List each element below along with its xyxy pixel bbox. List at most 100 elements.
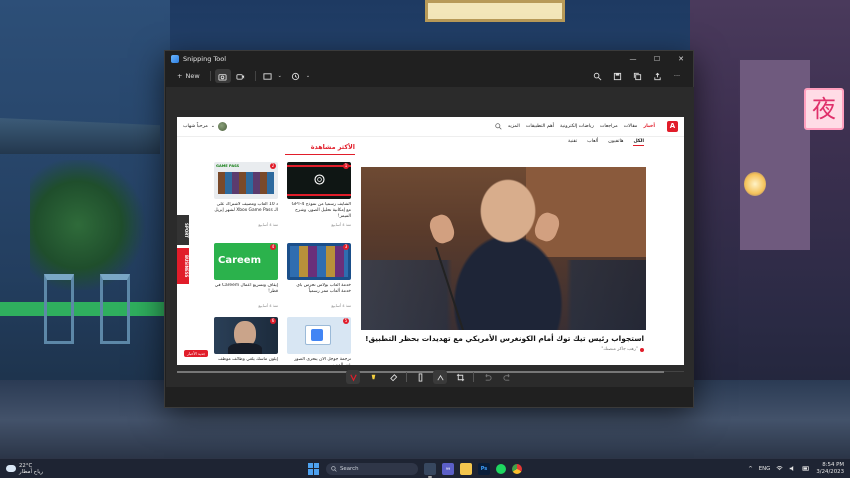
tab-tech[interactable]: تقنية: [568, 139, 577, 146]
taskbar-app-snipping-tool[interactable]: [424, 462, 436, 478]
screenshot-mode-button[interactable]: [214, 69, 231, 83]
clock[interactable]: 8:54 PM 3/24/2023: [816, 462, 844, 476]
highlighter-button[interactable]: [366, 370, 380, 384]
site-logo[interactable]: A: [667, 121, 678, 132]
start-button[interactable]: [308, 462, 320, 475]
hero-meta-text: "رهب جاكر منصتك": [601, 347, 638, 352]
eraser-button[interactable]: [386, 370, 400, 384]
ballpoint-pen-button[interactable]: [346, 370, 360, 384]
trending-card[interactable]: 5 ترجمة جوجل الآن يتحرى الصور عبر الويب: [287, 317, 351, 365]
copy-button[interactable]: [629, 69, 645, 83]
language-indicator[interactable]: ENG: [759, 466, 771, 472]
wallpaper-window: [425, 0, 565, 22]
trending-card[interactable]: Careem 4 إيقاف وتسريع أعمال Careem في قط…: [214, 243, 278, 308]
volume-icon[interactable]: [789, 465, 796, 472]
card-title: د 10 ألعاب ومضيف لاشتراك على الـ Xbox Ga…: [214, 202, 278, 213]
trending-card[interactable]: GAME PASS 2 د 10 ألعاب ومضيف لاشتراك على…: [214, 162, 278, 227]
search-icon[interactable]: [495, 123, 502, 130]
snipping-tool-icon: [171, 55, 179, 63]
careem-logo: Careem: [218, 255, 262, 266]
share-icon: [653, 72, 661, 80]
crop-button[interactable]: [453, 370, 467, 384]
touch-writing-icon: [436, 374, 444, 380]
touch-writing-button[interactable]: [433, 370, 447, 384]
nav-item-news[interactable]: أخبار: [643, 124, 655, 129]
card-thumbnail: 6: [214, 317, 278, 354]
trending-card[interactable]: 3 خدمة العاب بولاس تحرس بأي خدمة ألعاب م…: [287, 243, 351, 308]
save-button[interactable]: [609, 69, 625, 83]
maximize-button[interactable]: ☐: [645, 55, 669, 63]
highlighter-icon: [371, 374, 375, 379]
weather-text: رياح أمطار: [19, 468, 43, 475]
taskbar-app-file-explorer[interactable]: [460, 462, 472, 475]
weather-widget[interactable]: 22°C رياح أمطار: [0, 463, 43, 475]
snip-shape-dropdown[interactable]: [260, 69, 276, 83]
window-title: Snipping Tool: [183, 55, 227, 63]
redo-button[interactable]: [500, 370, 514, 384]
chevron-down-icon: ⌄: [305, 73, 311, 79]
tab-games[interactable]: ألعاب: [587, 139, 598, 146]
taskbar-app-teams[interactable]: 99: [442, 462, 454, 475]
share-button[interactable]: [649, 69, 665, 83]
battery-icon[interactable]: [802, 465, 810, 472]
chevron-up-icon[interactable]: ^: [748, 466, 753, 472]
card-title: خدمة العاب بولاس تحرس بأي خدمة ألعاب ممر…: [296, 283, 351, 294]
taskbar: 22°C رياح أمطار Search 99 Ps ^ ENG 8:54 …: [0, 458, 850, 478]
captured-screenshot: مرحباً شهاب ⌄ المزيد أهم التطبيقات رياضا…: [177, 117, 684, 365]
wifi-icon[interactable]: [776, 465, 783, 472]
crop-icon: [456, 373, 464, 381]
wallpaper-pink-building: [740, 60, 810, 250]
tab-all[interactable]: الكل: [633, 139, 644, 146]
site-header: مرحباً شهاب ⌄ المزيد أهم التطبيقات رياضا…: [177, 117, 684, 137]
undo-icon: [484, 373, 492, 381]
taskbar-app-chrome[interactable]: [512, 463, 522, 474]
taskbar-app-spotify[interactable]: [496, 463, 506, 474]
zoom-icon: [593, 72, 601, 80]
tab-phones[interactable]: هاتفيون: [608, 139, 623, 146]
redo-icon: [502, 373, 510, 381]
camera-icon: [218, 73, 227, 81]
nav-item-esports[interactable]: رياضات إلكترونية: [560, 124, 594, 129]
trending-underline: [285, 154, 355, 155]
nav-item-articles[interactable]: مقالات: [624, 124, 638, 129]
new-snip-button[interactable]: + New: [171, 70, 206, 82]
taskbar-app-photoshop[interactable]: Ps: [478, 462, 490, 475]
wallpaper-neon-bar: [0, 302, 170, 316]
minimize-button[interactable]: —: [621, 55, 645, 63]
side-tab-business[interactable]: BUSINESS: [177, 248, 189, 284]
ruler-button[interactable]: [413, 370, 427, 384]
nav-item-top-apps[interactable]: أهم التطبيقات: [526, 124, 554, 129]
copy-icon: [633, 72, 641, 80]
card-title: ترجمة جوجل الآن يتحرى الصور عبر الويب: [294, 357, 351, 365]
divider: [254, 71, 256, 81]
nav-item-reviews[interactable]: مراجعات: [600, 124, 618, 129]
card-title: إيلون ماسك يلغي وظائف موظف: [218, 357, 278, 362]
user-profile[interactable]: مرحباً شهاب ⌄: [183, 122, 227, 131]
record-mode-button[interactable]: [233, 69, 249, 83]
hero-image: [361, 167, 646, 330]
profile-name: مرحباً شهاب: [183, 124, 208, 129]
delay-dropdown[interactable]: [288, 69, 304, 83]
markup-toolbar: [166, 367, 694, 387]
wallpaper-stool: [44, 274, 74, 344]
new-label: New: [185, 72, 200, 80]
card-thumbnail: 5: [287, 317, 351, 354]
card-label: GAME PASS: [216, 164, 240, 168]
chevron-down-icon: ⌄: [210, 124, 215, 129]
side-tab-sport[interactable]: SPORT: [177, 215, 189, 245]
top-toolbar: + New ⌄ ⌄ ···: [165, 67, 693, 85]
zoom-button[interactable]: [589, 69, 605, 83]
hero-title[interactable]: استجواب رئيس تيك توك أمام الكونغرس الأمر…: [361, 334, 646, 343]
trending-card[interactable]: 6 إيلون ماسك يلغي وظائف موظف: [214, 317, 278, 365]
plus-icon: +: [177, 72, 183, 80]
trending-card[interactable]: 1 الشايف رسمياً من نموذج GPT-4 مع إمكاني…: [287, 162, 351, 227]
close-button[interactable]: ✕: [669, 55, 693, 63]
undo-button[interactable]: [480, 370, 494, 384]
taskbar-search[interactable]: Search: [326, 462, 418, 475]
wallpaper-stool: [100, 274, 130, 344]
more-options-button[interactable]: ···: [669, 69, 685, 83]
hero-article[interactable]: استجواب رئيس تيك توك أمام الكونغرس الأمر…: [361, 167, 646, 360]
news-badge[interactable]: جديد الأخبار: [184, 350, 209, 357]
nav-item-more[interactable]: المزيد: [508, 124, 520, 129]
card-thumbnail: GAME PASS 2: [214, 162, 278, 199]
